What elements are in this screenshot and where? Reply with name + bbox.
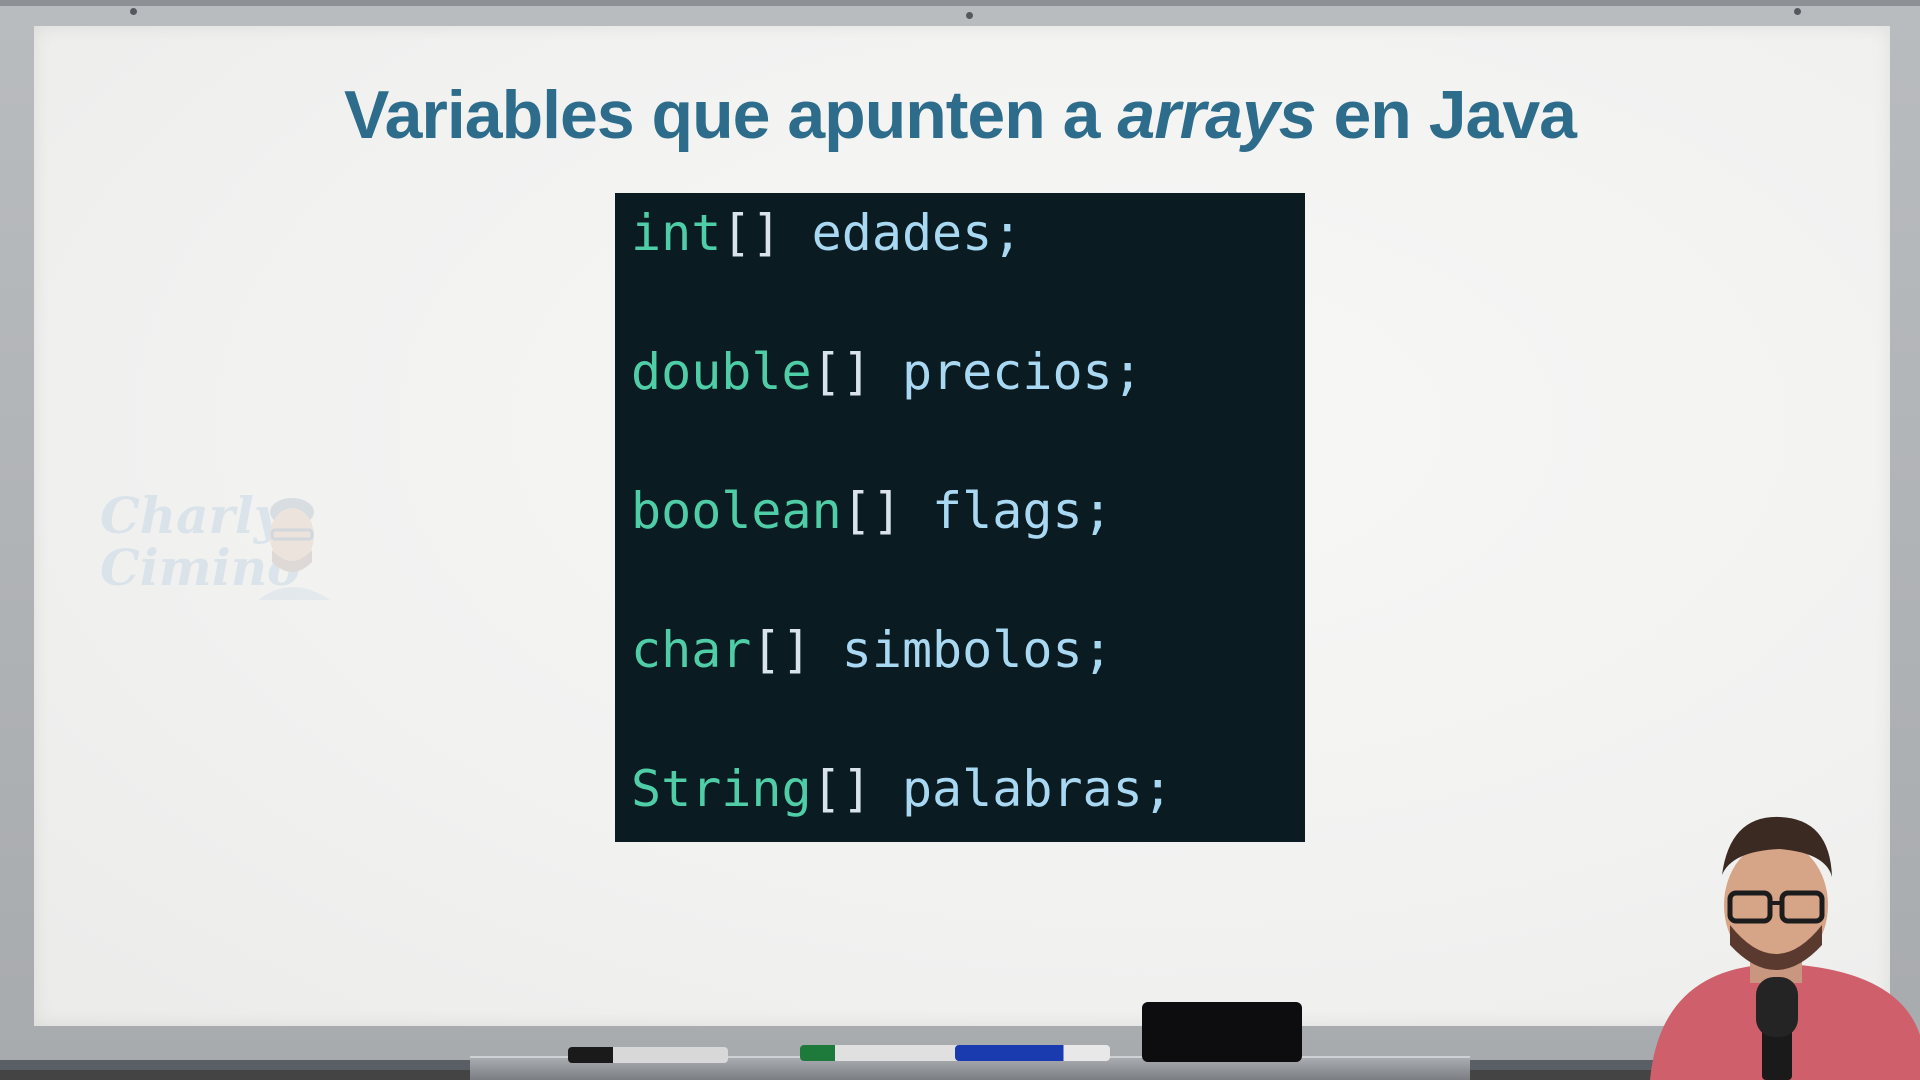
code-line: String[] palabras; [631, 759, 1173, 819]
green-marker [800, 1045, 960, 1061]
code-line: char[] simbolos; [631, 620, 1113, 680]
eraser [1142, 1002, 1302, 1062]
title-italic: arrays [1117, 77, 1316, 153]
code-line: double[] precios; [631, 342, 1143, 402]
channel-logo: Charly Cimino [100, 490, 340, 600]
code-type: char [631, 621, 752, 679]
avatar-icon [258, 498, 330, 600]
title-tail: en Java [1315, 77, 1577, 153]
slide-title: Variables que apunten a arrays en Java [0, 76, 1920, 154]
code-identifier: flags; [901, 482, 1113, 540]
code-line: boolean[] flags; [631, 481, 1113, 541]
code-identifier: edades; [781, 204, 1023, 262]
code-block: int[] edades; double[] precios; boolean[… [615, 193, 1305, 842]
code-type: int [631, 204, 722, 262]
code-brackets: [] [841, 482, 902, 540]
screw-icon [966, 12, 973, 19]
code-brackets: [] [811, 343, 872, 401]
code-brackets: [] [751, 621, 812, 679]
code-type: boolean [631, 482, 842, 540]
code-type: double [631, 343, 812, 401]
code-identifier: simbolos; [811, 621, 1113, 679]
video-frame: Variables que apunten a arrays en Java i… [0, 0, 1920, 1080]
presenter-webcam [1650, 816, 1920, 1080]
blue-marker [955, 1045, 1110, 1061]
black-marker [568, 1047, 728, 1063]
code-line: int[] edades; [631, 203, 1022, 263]
code-brackets: [] [721, 204, 782, 262]
frame-edge [0, 0, 1920, 6]
title-main: Variables que apunten a [344, 77, 1118, 153]
screw-icon [1794, 8, 1801, 15]
code-identifier: palabras; [871, 760, 1173, 818]
code-brackets: [] [811, 760, 872, 818]
screw-icon [130, 8, 137, 15]
code-type: String [631, 760, 812, 818]
code-identifier: precios; [871, 343, 1143, 401]
